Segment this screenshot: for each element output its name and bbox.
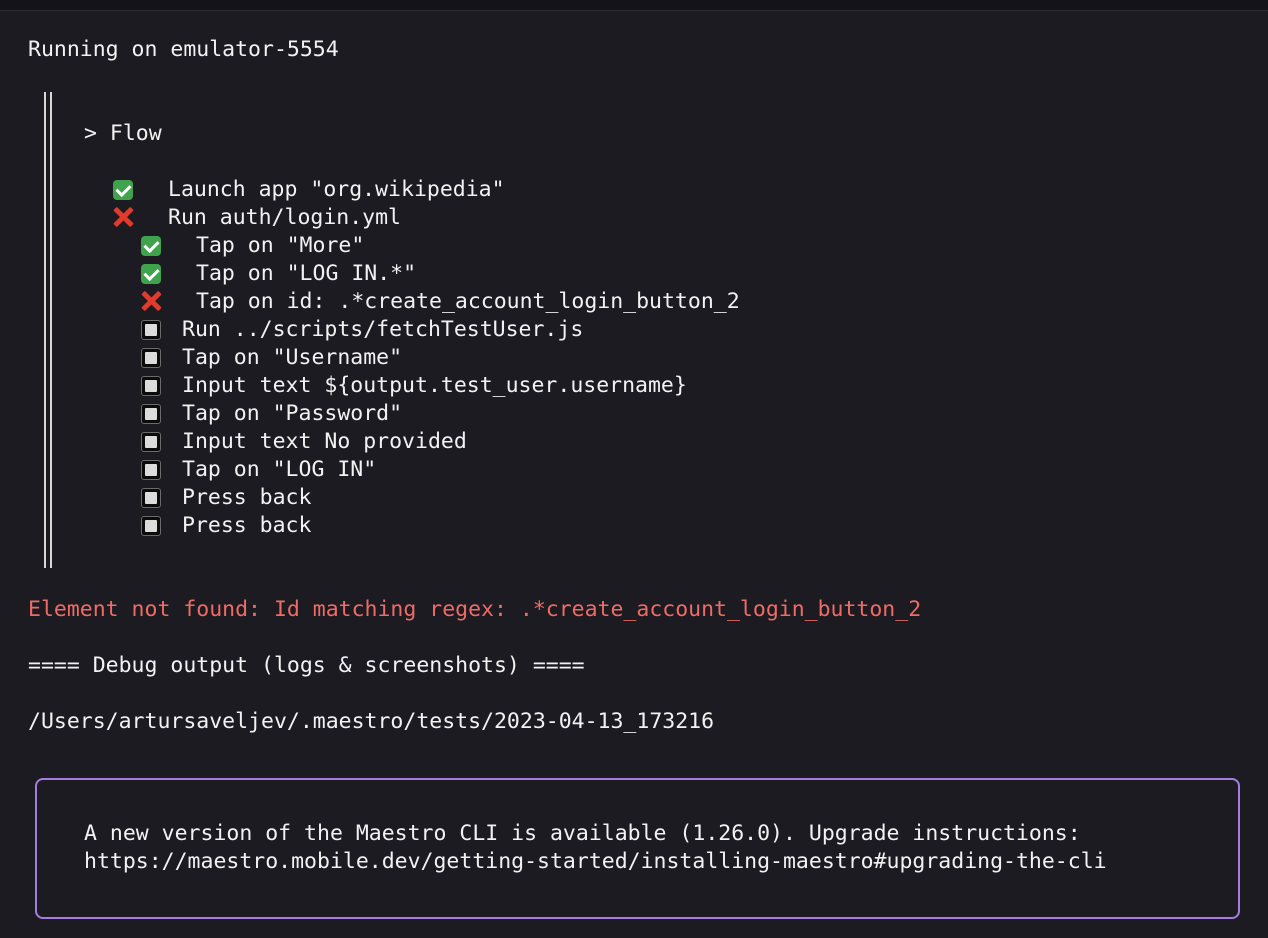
debug-path[interactable]: /Users/artursaveljev/.maestro/tests/2023… (28, 708, 714, 736)
terminal-top-border (0, 0, 1268, 11)
flow-step-label: Press back (182, 513, 312, 538)
check-icon (141, 236, 161, 256)
flow-step-label: Tap on "LOG IN.*" (196, 261, 417, 286)
square-icon (141, 460, 161, 480)
flow-step-label: Tap on "More" (196, 233, 365, 258)
cross-icon (111, 205, 135, 229)
running-on-text: Running on emulator-5554 (28, 37, 339, 62)
square-icon (141, 404, 161, 424)
check-icon (113, 180, 133, 200)
upgrade-link[interactable]: https://maestro.mobile.dev/getting-start… (84, 848, 1107, 876)
square-icon (141, 320, 161, 340)
flow-step-label: Run ../scripts/fetchTestUser.js (182, 317, 584, 342)
square-icon (141, 432, 161, 452)
square-icon (141, 516, 161, 536)
flow-step-label: Press back (182, 485, 312, 510)
flow-step-label: Tap on "LOG IN" (182, 457, 377, 482)
flow-step-label: Input text No provided (182, 429, 467, 454)
debug-heading: ==== Debug output (logs & screenshots) =… (28, 653, 585, 678)
square-icon (141, 348, 161, 368)
flow-step-label: Tap on "Password" (182, 401, 403, 426)
flow-border (44, 92, 52, 568)
update-notice-text: A new version of the Maestro CLI is avai… (84, 821, 1081, 846)
flow-title: > Flow (84, 121, 162, 146)
check-icon (141, 264, 161, 284)
square-icon (141, 488, 161, 508)
cross-icon (139, 289, 163, 313)
square-icon (141, 376, 161, 396)
flow-step-label: Launch app "org.wikipedia" (168, 177, 505, 202)
flow-step-label: Tap on id: .*create_account_login_button… (196, 289, 740, 314)
error-message: Element not found: Id matching regex: .*… (28, 597, 922, 622)
flow-step-label: Tap on "Username" (182, 345, 403, 370)
flow-step-label: Run auth/login.yml (168, 205, 401, 230)
flow-step-label: Input text ${output.test_user.username} (182, 373, 687, 398)
